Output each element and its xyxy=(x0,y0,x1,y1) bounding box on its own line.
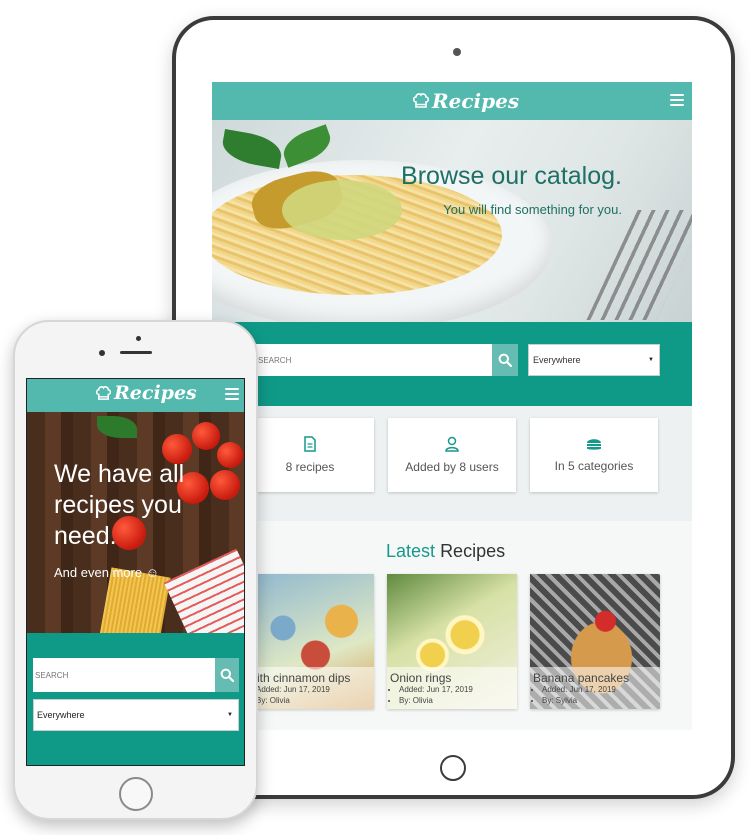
phone-screen: Recipes We have all recipes you need. An… xyxy=(26,378,245,766)
latest-title-accent: Latest xyxy=(386,541,436,561)
hero-tomato-image xyxy=(192,422,220,450)
hero-title: We have all recipes you need. xyxy=(54,460,185,550)
recipe-card[interactable]: Onion rings Added: Jun 17, 2019 By: Oliv… xyxy=(387,574,517,709)
brand-logo[interactable]: Recipes xyxy=(412,89,519,113)
hero-towel-image xyxy=(163,548,244,633)
hero-subtitle: You will find something for you. xyxy=(443,202,622,217)
tablet-screen: Recipes Browse our catalog. You will fin… xyxy=(212,82,692,730)
category-select-value: Everywhere xyxy=(37,710,85,720)
hero-subtitle: And even more ☺ xyxy=(54,565,160,580)
recipe-card[interactable]: Fruits with cinnamon dips Added: Jun 17,… xyxy=(244,574,374,709)
stat-card-recipes: 8 recipes xyxy=(246,418,374,492)
latest-title: Latest Recipes xyxy=(386,541,505,562)
tablet-home-button[interactable] xyxy=(440,755,466,781)
recipe-name: Fruits with cinnamon dips xyxy=(244,671,351,686)
stat-card-users: Added by 8 users xyxy=(388,418,516,492)
user-icon xyxy=(445,436,459,452)
phone-sensor xyxy=(136,336,141,341)
search-input[interactable] xyxy=(252,344,494,376)
recipe-author: By: Sylvia xyxy=(542,696,657,707)
phone-speaker xyxy=(120,351,152,354)
latest-title-rest: Recipes xyxy=(440,541,506,561)
hamburger-menu-icon[interactable] xyxy=(225,388,239,400)
hero-leaf-image xyxy=(97,416,137,438)
tablet-camera xyxy=(453,48,461,56)
recipe-card-info: Banana pancakes Added: Jun 17, 2019 By: … xyxy=(530,667,660,709)
recipe-meta: Added: Jun 17, 2019 By: Olivia xyxy=(390,685,514,707)
hero-basil-image xyxy=(219,129,285,169)
recipe-author: By: Olivia xyxy=(399,696,514,707)
recipe-added: Added: Jun 17, 2019 xyxy=(399,685,514,696)
search-button[interactable] xyxy=(492,344,518,376)
stat-label: Added by 8 users xyxy=(405,460,499,474)
hero-banner: We have all recipes you need. And even m… xyxy=(27,412,244,633)
category-select[interactable]: Everywhere ▼ xyxy=(33,699,239,731)
search-button[interactable] xyxy=(215,658,239,692)
brand-logo[interactable]: Recipes xyxy=(95,382,197,404)
recipe-card[interactable]: Banana pancakes Added: Jun 17, 2019 By: … xyxy=(530,574,660,709)
recipe-meta: Added: Jun 17, 2019 By: Sylvia xyxy=(533,685,657,707)
phone-camera xyxy=(99,350,105,356)
stats-section: 8 recipes Added by 8 users In 5 categori… xyxy=(212,406,692,521)
phone-home-button[interactable] xyxy=(119,777,153,811)
search-icon xyxy=(498,353,512,367)
recipe-name: Onion rings xyxy=(390,671,452,686)
stat-label: In 5 categories xyxy=(554,459,634,473)
navbar: Recipes xyxy=(212,82,692,120)
recipe-name: Banana pancakes xyxy=(533,671,630,686)
stat-card-categories: In 5 categories xyxy=(530,418,658,492)
search-icon xyxy=(220,668,234,682)
chef-hat-icon xyxy=(95,385,112,400)
hero-fork-image xyxy=(586,210,692,320)
search-section: Everywhere ▼ xyxy=(212,322,692,406)
category-select[interactable]: Everywhere ▼ xyxy=(528,344,660,376)
recipe-card-info: Onion rings Added: Jun 17, 2019 By: Oliv… xyxy=(387,667,517,709)
document-icon xyxy=(304,436,316,452)
hero-sauce-image xyxy=(282,180,402,240)
recipe-added: Added: Jun 17, 2019 xyxy=(542,685,657,696)
search-input[interactable] xyxy=(33,658,215,692)
brand-name: Recipes xyxy=(114,382,197,404)
recipe-meta: Added: Jun 17, 2019 By: Olivia xyxy=(247,685,371,707)
hamburger-menu-icon[interactable] xyxy=(670,94,684,106)
latest-recipes-section: Latest Recipes Fruits with cinnamon dips… xyxy=(212,521,692,730)
stat-label: 8 recipes xyxy=(285,460,335,474)
burger-icon xyxy=(587,439,601,450)
hero-banner: Browse our catalog. You will find someth… xyxy=(212,120,692,322)
recipe-author: By: Olivia xyxy=(256,696,371,707)
chevron-down-icon: ▼ xyxy=(648,357,654,363)
recipe-card-info: Fruits with cinnamon dips Added: Jun 17,… xyxy=(244,667,374,709)
category-select-value: Everywhere xyxy=(533,355,581,365)
brand-name: Recipes xyxy=(432,89,520,113)
navbar: Recipes xyxy=(27,379,244,412)
hero-title: Browse our catalog. xyxy=(401,162,622,190)
recipe-added: Added: Jun 17, 2019 xyxy=(256,685,371,696)
chef-hat-icon xyxy=(412,93,430,108)
chevron-down-icon: ▼ xyxy=(227,712,233,718)
